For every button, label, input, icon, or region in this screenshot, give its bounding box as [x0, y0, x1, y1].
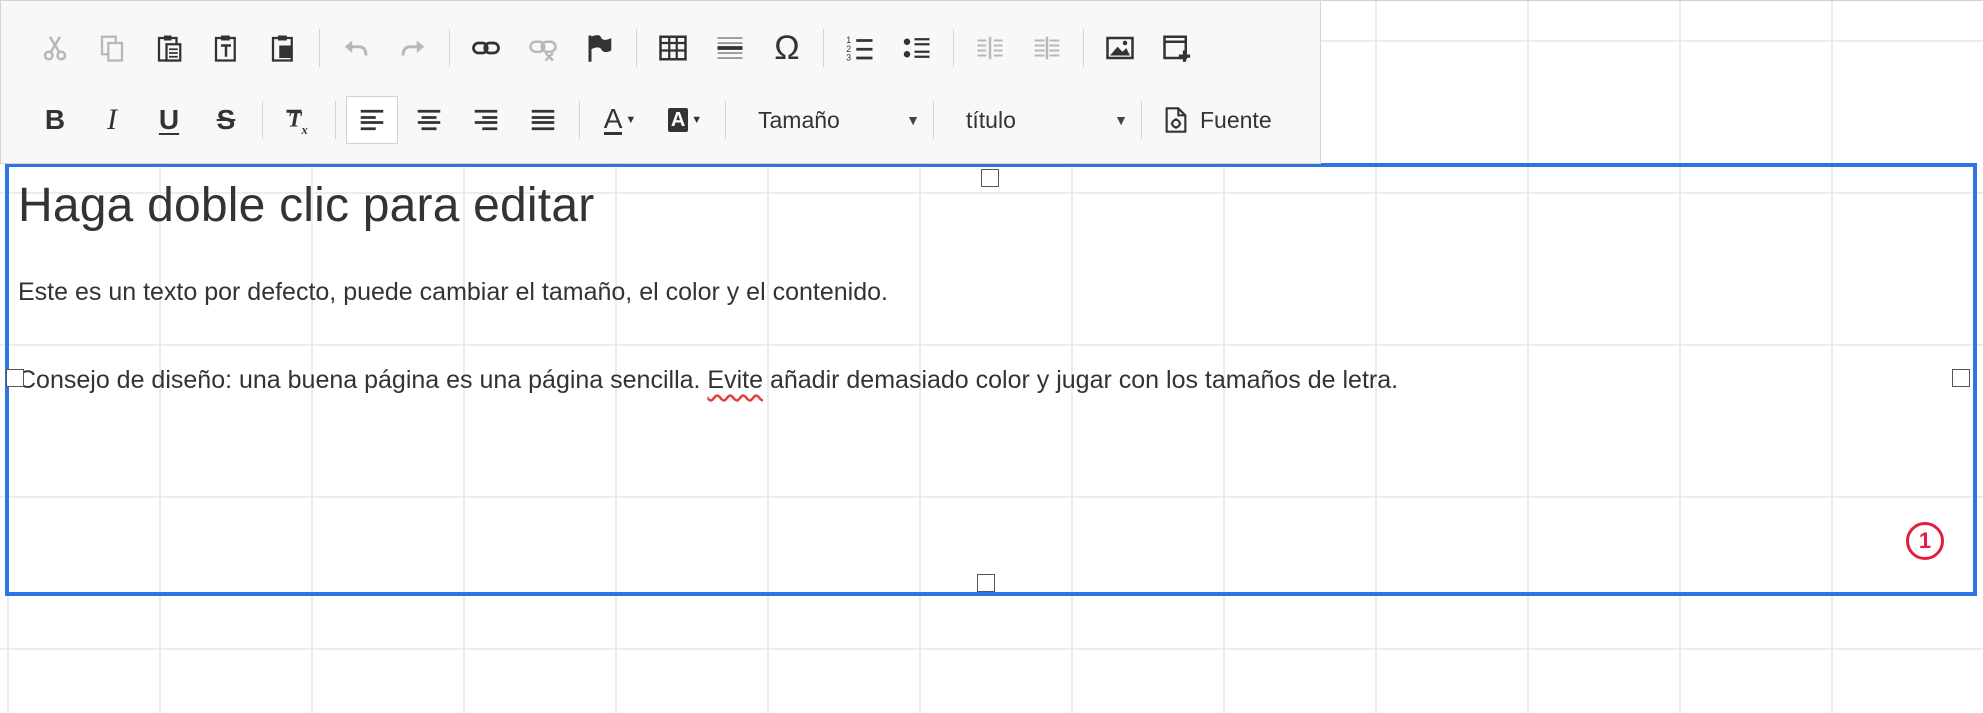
cut-icon — [43, 36, 67, 61]
background-color-button[interactable]: A ▼ — [655, 96, 715, 144]
link-button[interactable] — [460, 24, 512, 72]
outdent-button[interactable] — [964, 24, 1016, 72]
toolbar-row-1: Ω 123 — [29, 23, 1208, 73]
remove-format-icon: Tx — [286, 106, 308, 135]
omega-icon: Ω — [774, 28, 800, 67]
anchor-button[interactable] — [574, 24, 626, 72]
svg-text:x: x — [301, 123, 308, 135]
toolbar-separator — [725, 101, 726, 139]
toolbar-separator — [823, 29, 824, 67]
align-center-icon — [417, 109, 441, 131]
paste-text-button[interactable] — [200, 24, 252, 72]
cut-button[interactable] — [29, 24, 81, 72]
svg-text:3: 3 — [846, 53, 851, 63]
toolbar-separator — [933, 101, 934, 139]
paste-text-icon — [214, 35, 236, 62]
unlink-button[interactable] — [517, 24, 569, 72]
justify-icon — [531, 109, 555, 131]
anchor-icon — [588, 35, 612, 62]
resize-handle-left[interactable] — [6, 369, 24, 387]
add-widget-icon — [1163, 35, 1191, 62]
indent-button[interactable] — [1021, 24, 1073, 72]
justify-button[interactable] — [517, 96, 569, 144]
indent-icon — [1034, 36, 1060, 60]
horizontal-line-button[interactable] — [704, 24, 756, 72]
toolbar-separator — [953, 29, 954, 67]
text-color-dropdown-icon: ▼ — [625, 114, 637, 126]
toolbar-separator — [319, 29, 320, 67]
bold-icon: B — [44, 104, 66, 135]
toolbar-separator — [335, 101, 336, 139]
bold-button[interactable]: B — [29, 96, 81, 144]
toolbar-separator — [1083, 29, 1084, 67]
paragraph-2-text-start: Consejo de diseño: una buena página es u… — [18, 366, 708, 394]
undo-icon — [344, 40, 368, 56]
paste-icon — [157, 35, 182, 62]
paste-button[interactable] — [143, 24, 195, 72]
toolbar-separator — [262, 101, 263, 139]
bulleted-list-icon — [903, 38, 930, 58]
editor-toolbar: Ω 123 B I U S T x A ▼ A ▼ Tamaño ▼ títul… — [0, 0, 1321, 164]
copy-button[interactable] — [86, 24, 138, 72]
align-center-button[interactable] — [403, 96, 455, 144]
numbered-list-icon: 123 — [846, 35, 873, 63]
text-color-button[interactable]: A ▼ — [590, 96, 650, 144]
toolbar-separator — [636, 29, 637, 67]
add-widget-button[interactable] — [1151, 24, 1203, 72]
toolbar-row-2: B I U S Tx A ▼ A ▼ Tamaño ▼ título ▼ Fue… — [29, 95, 1282, 145]
image-button[interactable] — [1094, 24, 1146, 72]
background-color-icon: A — [667, 108, 689, 132]
font-size-combo[interactable]: Tamaño ▼ — [736, 96, 928, 144]
format-combo-label: título — [966, 106, 1016, 133]
paragraph-2-text-end: añadir demasiado color y jugar con los t… — [763, 366, 1399, 394]
italic-button[interactable]: I — [86, 96, 138, 144]
background-color-dropdown-icon: ▼ — [691, 114, 703, 126]
bulleted-list-button[interactable] — [891, 24, 943, 72]
toolbar-separator — [449, 29, 450, 67]
link-icon — [472, 41, 500, 55]
block-paragraph-1[interactable]: Este es un texto por defecto, puede camb… — [18, 278, 888, 307]
table-button[interactable] — [647, 24, 699, 72]
font-size-combo-label: Tamaño — [758, 106, 840, 133]
block-heading[interactable]: Haga doble clic para editar — [18, 178, 594, 233]
outdent-icon — [977, 36, 1003, 60]
special-char-button[interactable]: Ω — [761, 24, 813, 72]
chevron-down-icon: ▼ — [906, 112, 920, 128]
resize-handle-bottom[interactable] — [977, 574, 995, 592]
format-combo[interactable]: título ▼ — [944, 96, 1136, 144]
align-left-button[interactable] — [346, 96, 398, 144]
resize-handle-top[interactable] — [981, 169, 999, 187]
copy-icon — [100, 35, 124, 62]
remove-format-button[interactable]: Tx — [273, 96, 325, 144]
numbered-list-button[interactable]: 123 — [834, 24, 886, 72]
strikethrough-icon: S — [216, 104, 236, 135]
source-document-icon — [1165, 107, 1187, 133]
text-color-icon: A — [603, 102, 623, 135]
resize-handle-right[interactable] — [1952, 369, 1970, 387]
undo-button[interactable] — [330, 24, 382, 72]
misspelled-word: Evite — [707, 366, 764, 394]
unlink-icon — [529, 40, 557, 62]
italic-icon: I — [107, 103, 117, 136]
source-button-label: Fuente — [1200, 106, 1272, 133]
toolbar-separator — [1141, 101, 1142, 139]
block-paragraph-2[interactable]: Consejo de diseño: una buena página es u… — [18, 366, 1398, 395]
toolbar-separator — [579, 101, 580, 139]
align-left-icon — [360, 109, 384, 131]
image-icon — [1106, 36, 1134, 60]
table-icon — [659, 35, 687, 61]
redo-icon — [401, 40, 425, 56]
horizontal-line-icon — [717, 37, 743, 59]
align-right-button[interactable] — [460, 96, 512, 144]
paste-word-button[interactable] — [257, 24, 309, 72]
block-number-badge: 1 — [1906, 522, 1944, 560]
chevron-down-icon: ▼ — [1114, 112, 1128, 128]
paste-word-icon — [271, 35, 293, 62]
underline-icon: U — [158, 104, 180, 135]
redo-button[interactable] — [387, 24, 439, 72]
source-button[interactable]: Fuente — [1152, 96, 1282, 144]
strikethrough-button[interactable]: S — [200, 96, 252, 144]
underline-button[interactable]: U — [143, 96, 195, 144]
align-right-icon — [474, 109, 498, 131]
